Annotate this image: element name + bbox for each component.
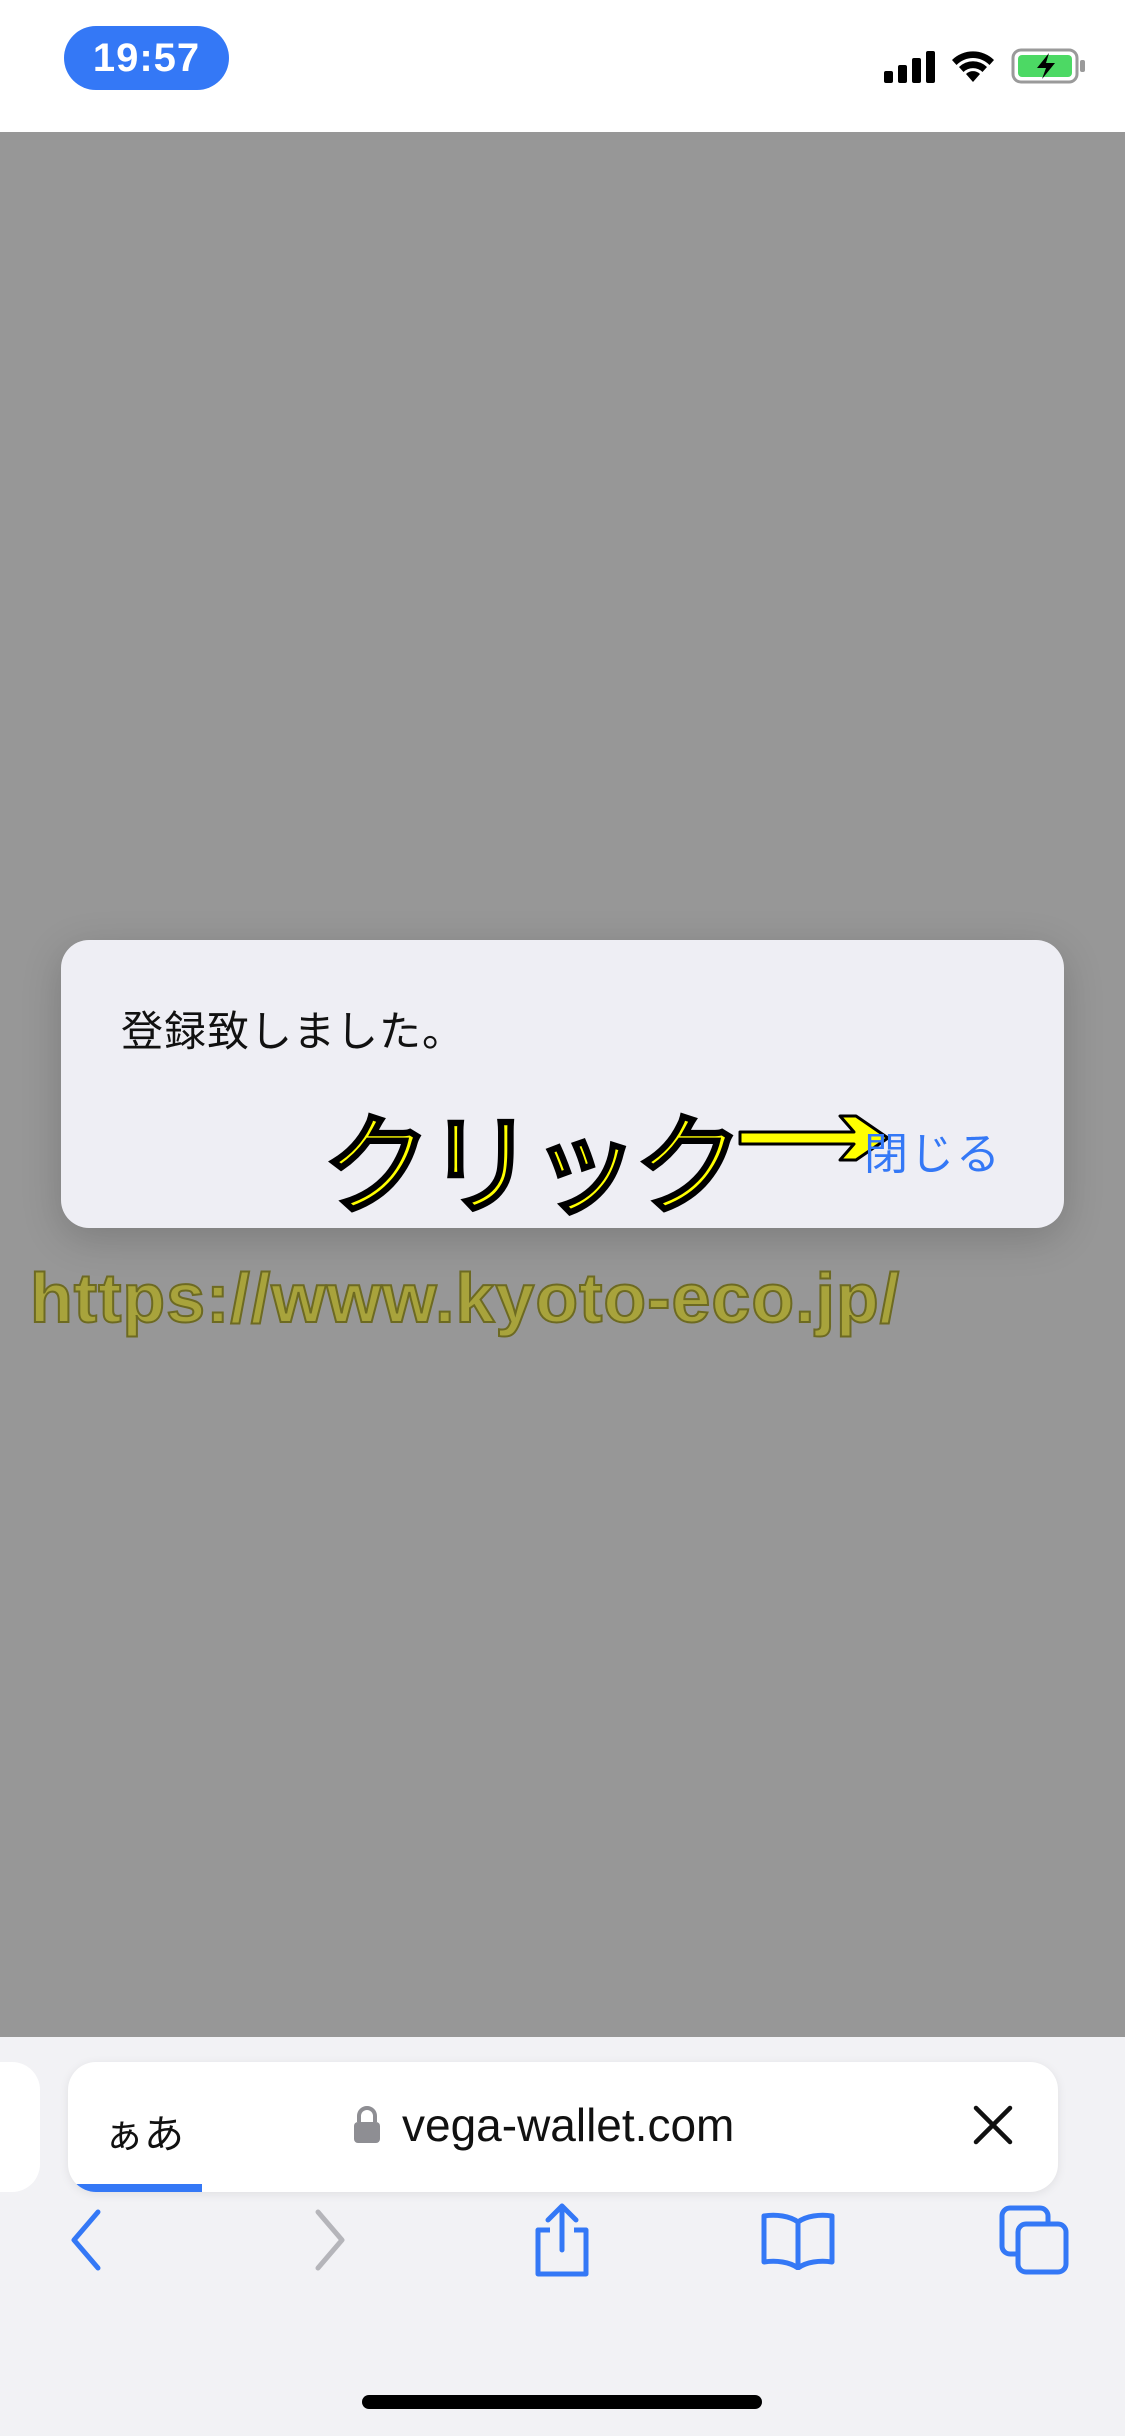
click-annotation-label: クリック bbox=[321, 1105, 744, 1229]
back-icon bbox=[71, 2209, 101, 2271]
forward-icon bbox=[315, 2209, 345, 2271]
browser-toolbar bbox=[0, 2190, 1125, 2310]
bookmarks-button[interactable] bbox=[748, 2190, 848, 2290]
tabs-button[interactable] bbox=[984, 2190, 1084, 2290]
status-icons bbox=[884, 44, 1087, 88]
stop-loading-icon[interactable] bbox=[970, 2102, 1016, 2148]
cellular-signal-icon bbox=[884, 49, 935, 83]
page-settings-button[interactable]: ぁあ bbox=[104, 2102, 184, 2160]
alert-close-button[interactable]: 閉じる bbox=[864, 1118, 1002, 1182]
back-button[interactable] bbox=[36, 2190, 136, 2290]
forward-button[interactable] bbox=[280, 2190, 380, 2290]
battery-charging-icon bbox=[1011, 48, 1085, 84]
wifi-icon bbox=[952, 51, 994, 82]
bookmarks-icon bbox=[761, 2212, 835, 2270]
previous-tab-edge[interactable] bbox=[0, 2062, 40, 2192]
status-bar: 19:57 bbox=[0, 0, 1125, 132]
address-bar[interactable]: ぁあ vega-wallet.com bbox=[68, 2062, 1058, 2192]
lock-icon bbox=[354, 2106, 380, 2143]
alert-dialog: 登録致しました。 クリック 閉じる bbox=[61, 940, 1064, 1229]
share-icon bbox=[535, 2203, 589, 2277]
alert-message: 登録致しました。 bbox=[121, 1008, 466, 1055]
url-text[interactable]: vega-wallet.com bbox=[402, 2098, 734, 2152]
status-time: 19:57 bbox=[64, 26, 229, 90]
share-button[interactable] bbox=[512, 2190, 612, 2290]
watermark-url: https://www.kyoto-eco.jp/ bbox=[29, 1258, 901, 1338]
tabs-icon bbox=[999, 2205, 1069, 2275]
home-indicator[interactable] bbox=[362, 2395, 762, 2409]
